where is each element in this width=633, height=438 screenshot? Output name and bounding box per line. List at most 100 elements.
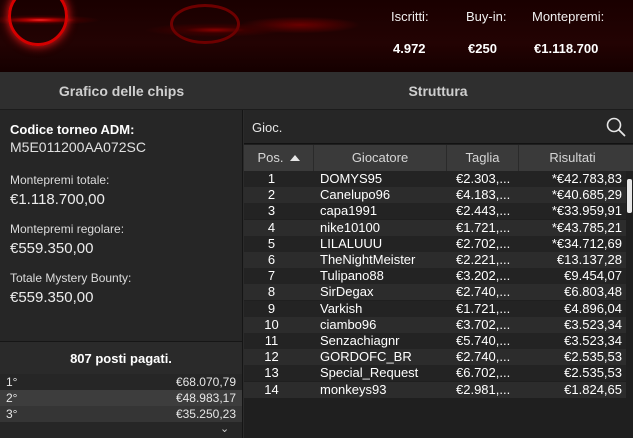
prize-regular-label: Montepremi regolare: <box>10 222 125 236</box>
row-player-name: Varkish <box>320 300 363 316</box>
row-player-name: nike10100 <box>320 219 380 235</box>
column-header-player[interactable]: Giocatore <box>314 145 447 171</box>
row-position: 13 <box>264 365 279 381</box>
row-position: 2 <box>267 187 276 203</box>
table-scrollbar[interactable] <box>626 171 633 438</box>
row-position: 3 <box>267 203 276 219</box>
mystery-bounty-value: €559.350,00 <box>10 289 94 306</box>
payout-row: 3° €35.250,23 <box>0 406 242 422</box>
tab-chip-graph[interactable]: Grafico delle chips <box>0 72 243 110</box>
row-stack: €2.221,... <box>456 252 511 267</box>
mystery-bounty-label: Totale Mystery Bounty: <box>10 271 132 285</box>
row-result: *€42.783,83 <box>551 171 622 186</box>
table-row[interactable]: 8 SirDegax €2.740,... €6.803,48 <box>244 284 626 301</box>
row-result: €1.824,65 <box>564 381 622 397</box>
row-stack: €2.740,... <box>456 284 511 300</box>
row-player-name: monkeys93 <box>320 381 387 397</box>
row-stack: €1.721,... <box>456 300 511 316</box>
row-result: *€34.712,69 <box>551 235 622 251</box>
table-row[interactable]: 6 TheNightMeister €2.221,... €13.137,28 <box>244 252 626 268</box>
row-stack: €2.443,... <box>456 203 511 219</box>
standings-panel: Pos. Giocatore Taglia Risultati 1 DOMYS95… <box>244 110 633 438</box>
payout-amount: €35.250,23 <box>175 407 236 421</box>
row-result: €3.523,34 <box>564 316 622 332</box>
player-search-bar <box>244 110 633 144</box>
row-position: 12 <box>264 349 279 365</box>
stat-buyin-label: Buy-in: <box>466 9 507 24</box>
row-player-name: capa1991 <box>320 203 378 219</box>
payout-row: 2° €48.983,17 <box>0 390 242 406</box>
row-stack: €1.721,... <box>456 219 511 235</box>
table-row[interactable]: 13 Special_Request €6.702,... €2.535,53 <box>244 365 626 382</box>
search-icon[interactable] <box>605 116 627 138</box>
row-stack: €2.702,... <box>456 235 511 251</box>
payout-row: 1° €68.070,79 <box>0 374 242 390</box>
row-result: €2.535,53 <box>564 365 622 381</box>
player-search-input[interactable] <box>252 118 592 136</box>
row-stack: €3.702,... <box>456 316 511 332</box>
tab-structure[interactable]: Struttura <box>243 72 633 110</box>
row-player-name: SirDegax <box>320 284 374 300</box>
column-header-result[interactable]: Risultati <box>519 145 626 171</box>
row-position: 8 <box>267 284 276 300</box>
row-position: 4 <box>267 219 276 235</box>
row-result: €9.454,07 <box>564 268 622 284</box>
payout-place: 2° <box>6 391 18 405</box>
row-position: 9 <box>267 300 276 316</box>
tab-bar: Grafico delle chips Struttura <box>0 72 633 110</box>
table-row[interactable]: 4 nike10100 €1.721,... *€43.785,21 <box>244 219 626 236</box>
scrollbar-thumb[interactable] <box>627 179 632 213</box>
table-row[interactable]: 11 Senzachiagnr €5.740,... €3.523,34 <box>244 333 626 349</box>
prize-regular-value: €559.350,00 <box>10 240 94 257</box>
payout-amount: €48.983,17 <box>175 391 236 405</box>
stat-prizepool-label: Montepremi: <box>532 9 605 24</box>
table-row[interactable]: 9 Varkish €1.721,... €4.896,04 <box>244 300 626 317</box>
row-result: €6.803,48 <box>564 284 622 300</box>
row-player-name: Canelupo96 <box>320 187 391 203</box>
row-stack: €3.202,... <box>456 268 511 284</box>
payout-amount: €68.070,79 <box>175 375 236 389</box>
row-stack: €2.740,... <box>456 349 511 365</box>
paid-places-label: 807 posti pagati. <box>0 341 242 374</box>
row-player-name: LILALUUU <box>320 235 383 251</box>
stat-prizepool-value: €1.118.700 <box>534 41 599 56</box>
prize-total-label: Montepremi totale: <box>10 173 110 187</box>
adm-code-value: M5E011200AA072SC <box>10 139 146 155</box>
table-row[interactable]: 12 GORDOFC_BR €2.740,... €2.535,53 <box>244 349 626 366</box>
row-stack: €4.183,... <box>456 187 511 203</box>
payout-place: 3° <box>6 407 18 421</box>
table-row[interactable]: 7 Tulipano88 €3.202,... €9.454,07 <box>244 268 626 285</box>
table-row[interactable]: 2 Canelupo96 €4.183,... *€40.685,29 <box>244 187 626 204</box>
row-player-name: Senzachiagnr <box>320 333 400 348</box>
row-position: 7 <box>267 268 276 284</box>
row-stack: €5.740,... <box>456 333 511 348</box>
row-position: 1 <box>267 171 276 186</box>
prize-total-value: €1.118.700,00 <box>10 191 105 208</box>
standings-table-header: Pos. Giocatore Taglia Risultati <box>244 145 633 171</box>
stat-buyin-value: €250 <box>468 41 497 56</box>
column-header-stack[interactable]: Taglia <box>447 145 519 171</box>
row-stack: €2.303,... <box>456 171 511 186</box>
column-header-position[interactable]: Pos. <box>244 145 314 171</box>
row-stack: €6.702,... <box>456 365 511 381</box>
row-player-name: TheNightMeister <box>320 252 416 267</box>
background-decoration <box>170 4 240 44</box>
row-player-name: Tulipano88 <box>320 268 384 284</box>
row-position: 11 <box>264 333 279 348</box>
row-position: 14 <box>264 381 279 397</box>
tournament-info-panel: Codice torneo ADM: M5E011200AA072SC Mont… <box>0 110 243 438</box>
stat-entrants-value: 4.972 <box>393 41 426 56</box>
row-result: *€40.685,29 <box>551 187 622 203</box>
table-row[interactable]: 10 ciambo96 €3.702,... €3.523,34 <box>244 316 626 333</box>
row-result: €3.523,34 <box>564 333 622 348</box>
table-row[interactable]: 5 LILALUUU €2.702,... *€34.712,69 <box>244 235 626 252</box>
payout-place: 1° <box>6 375 18 389</box>
chevron-down-icon[interactable]: ⌄ <box>220 424 230 435</box>
row-result: €4.896,04 <box>564 300 622 316</box>
row-position: 10 <box>264 316 279 332</box>
sort-ascending-icon <box>289 155 300 161</box>
tournament-banner: Iscritti: 4.972 Buy-in: €250 Montepremi:… <box>0 0 633 72</box>
table-row[interactable]: 1 DOMYS95 €2.303,... *€42.783,83 <box>244 171 626 187</box>
table-row[interactable]: 14 monkeys93 €2.981,... €1.824,65 <box>244 381 626 398</box>
table-row[interactable]: 3 capa1991 €2.443,... *€33.959,91 <box>244 203 626 220</box>
